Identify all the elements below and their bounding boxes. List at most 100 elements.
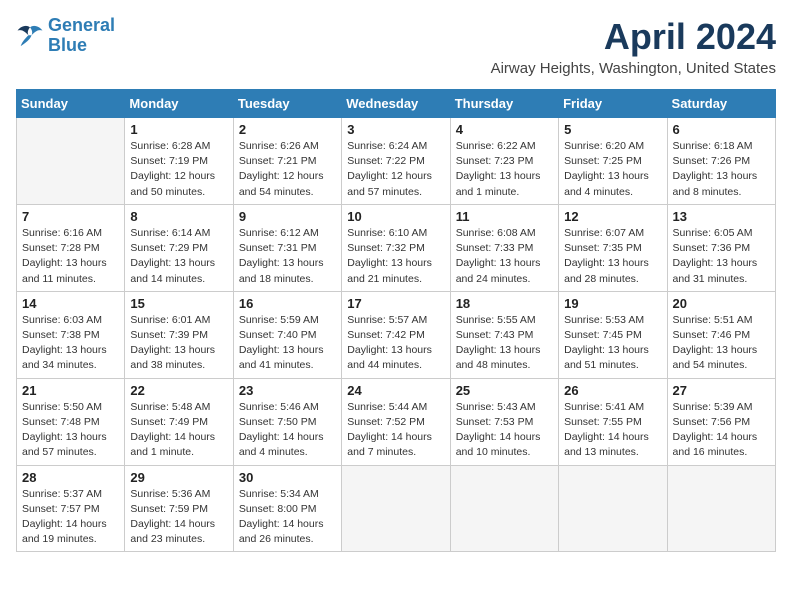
day-number: 7 xyxy=(22,209,119,224)
day-number: 5 xyxy=(564,122,661,137)
cell-info: Sunrise: 6:03 AM Sunset: 7:38 PM Dayligh… xyxy=(22,313,119,374)
cell-info: Sunrise: 5:43 AM Sunset: 7:53 PM Dayligh… xyxy=(456,400,553,461)
cell-info: Sunrise: 5:41 AM Sunset: 7:55 PM Dayligh… xyxy=(564,400,661,461)
calendar-cell xyxy=(450,465,558,552)
calendar-cell: 21 Sunrise: 5:50 AM Sunset: 7:48 PM Dayli… xyxy=(17,378,125,465)
day-number: 8 xyxy=(130,209,227,224)
cell-info: Sunrise: 6:24 AM Sunset: 7:22 PM Dayligh… xyxy=(347,139,444,200)
calendar-cell: 9Sunrise: 6:12 AM Sunset: 7:31 PM Daylig… xyxy=(233,204,341,291)
day-number: 16 xyxy=(239,296,336,311)
title-block: April 2024 Airway Heights, Washington, U… xyxy=(491,16,776,77)
calendar-cell: 4 Sunrise: 6:22 AM Sunset: 7:23 PM Daylig… xyxy=(450,118,558,205)
day-number: 28 xyxy=(22,470,119,485)
cell-info: Sunrise: 5:36 AM Sunset: 7:59 PM Dayligh… xyxy=(130,487,227,548)
cell-info: Sunrise: 6:12 AM Sunset: 7:31 PM Dayligh… xyxy=(239,226,336,287)
weekday-header-friday: Friday xyxy=(559,90,667,118)
day-number: 15 xyxy=(130,296,227,311)
day-number: 2 xyxy=(239,122,336,137)
cell-info: Sunrise: 6:05 AM Sunset: 7:36 PM Dayligh… xyxy=(673,226,770,287)
calendar-cell: 8Sunrise: 6:14 AM Sunset: 7:29 PM Daylig… xyxy=(125,204,233,291)
calendar-cell: 14Sunrise: 6:03 AM Sunset: 7:38 PM Dayli… xyxy=(17,291,125,378)
calendar-table: SundayMondayTuesdayWednesdayThursdayFrid… xyxy=(16,89,776,552)
calendar-cell: 1 Sunrise: 6:28 AM Sunset: 7:19 PM Daylig… xyxy=(125,118,233,205)
weekday-header-thursday: Thursday xyxy=(450,90,558,118)
cell-info: Sunrise: 5:50 AM Sunset: 7:48 PM Dayligh… xyxy=(22,400,119,461)
cell-info: Sunrise: 6:22 AM Sunset: 7:23 PM Dayligh… xyxy=(456,139,553,200)
cell-info: Sunrise: 5:48 AM Sunset: 7:49 PM Dayligh… xyxy=(130,400,227,461)
cell-info: Sunrise: 5:39 AM Sunset: 7:56 PM Dayligh… xyxy=(673,400,770,461)
cell-info: Sunrise: 6:28 AM Sunset: 7:19 PM Dayligh… xyxy=(130,139,227,200)
calendar-cell: 15 Sunrise: 6:01 AM Sunset: 7:39 PM Dayli… xyxy=(125,291,233,378)
day-number: 23 xyxy=(239,383,336,398)
weekday-header-sunday: Sunday xyxy=(17,90,125,118)
calendar-cell: 3 Sunrise: 6:24 AM Sunset: 7:22 PM Daylig… xyxy=(342,118,450,205)
calendar-cell: 2 Sunrise: 6:26 AM Sunset: 7:21 PM Daylig… xyxy=(233,118,341,205)
calendar-cell xyxy=(342,465,450,552)
logo-icon xyxy=(16,24,44,48)
cell-info: Sunrise: 5:44 AM Sunset: 7:52 PM Dayligh… xyxy=(347,400,444,461)
location-text: Airway Heights, Washington, United State… xyxy=(491,60,776,77)
calendar-cell: 16 Sunrise: 5:59 AM Sunset: 7:40 PM Dayli… xyxy=(233,291,341,378)
day-number: 13 xyxy=(673,209,770,224)
calendar-cell: 27 Sunrise: 5:39 AM Sunset: 7:56 PM Dayli… xyxy=(667,378,775,465)
day-number: 20 xyxy=(673,296,770,311)
calendar-cell: 28Sunrise: 5:37 AM Sunset: 7:57 PM Dayli… xyxy=(17,465,125,552)
weekday-header-monday: Monday xyxy=(125,90,233,118)
logo-text: General xyxy=(48,16,115,36)
week-row-5: 28Sunrise: 5:37 AM Sunset: 7:57 PM Dayli… xyxy=(17,465,776,552)
calendar-cell: 22 Sunrise: 5:48 AM Sunset: 7:49 PM Dayli… xyxy=(125,378,233,465)
calendar-cell: 26 Sunrise: 5:41 AM Sunset: 7:55 PM Dayli… xyxy=(559,378,667,465)
weekday-header-wednesday: Wednesday xyxy=(342,90,450,118)
page-header: General Blue April 2024 Airway Heights, … xyxy=(16,16,776,77)
calendar-cell xyxy=(559,465,667,552)
cell-info: Sunrise: 5:51 AM Sunset: 7:46 PM Dayligh… xyxy=(673,313,770,374)
day-number: 3 xyxy=(347,122,444,137)
cell-info: Sunrise: 6:08 AM Sunset: 7:33 PM Dayligh… xyxy=(456,226,553,287)
month-title: April 2024 xyxy=(491,16,776,58)
cell-info: Sunrise: 6:16 AM Sunset: 7:28 PM Dayligh… xyxy=(22,226,119,287)
cell-info: Sunrise: 6:26 AM Sunset: 7:21 PM Dayligh… xyxy=(239,139,336,200)
calendar-cell: 7 Sunrise: 6:16 AM Sunset: 7:28 PM Daylig… xyxy=(17,204,125,291)
day-number: 21 xyxy=(22,383,119,398)
day-number: 27 xyxy=(673,383,770,398)
calendar-cell xyxy=(17,118,125,205)
day-number: 30 xyxy=(239,470,336,485)
cell-info: Sunrise: 5:55 AM Sunset: 7:43 PM Dayligh… xyxy=(456,313,553,374)
calendar-cell: 24 Sunrise: 5:44 AM Sunset: 7:52 PM Dayli… xyxy=(342,378,450,465)
cell-info: Sunrise: 5:57 AM Sunset: 7:42 PM Dayligh… xyxy=(347,313,444,374)
calendar-cell xyxy=(667,465,775,552)
week-row-3: 14Sunrise: 6:03 AM Sunset: 7:38 PM Dayli… xyxy=(17,291,776,378)
calendar-cell: 12Sunrise: 6:07 AM Sunset: 7:35 PM Dayli… xyxy=(559,204,667,291)
calendar-cell: 11Sunrise: 6:08 AM Sunset: 7:33 PM Dayli… xyxy=(450,204,558,291)
cell-info: Sunrise: 5:34 AM Sunset: 8:00 PM Dayligh… xyxy=(239,487,336,548)
cell-info: Sunrise: 5:46 AM Sunset: 7:50 PM Dayligh… xyxy=(239,400,336,461)
logo: General Blue xyxy=(16,16,115,56)
calendar-cell: 13 Sunrise: 6:05 AM Sunset: 7:36 PM Dayli… xyxy=(667,204,775,291)
calendar-cell: 17 Sunrise: 5:57 AM Sunset: 7:42 PM Dayli… xyxy=(342,291,450,378)
cell-info: Sunrise: 6:10 AM Sunset: 7:32 PM Dayligh… xyxy=(347,226,444,287)
calendar-cell: 18Sunrise: 5:55 AM Sunset: 7:43 PM Dayli… xyxy=(450,291,558,378)
cell-info: Sunrise: 6:18 AM Sunset: 7:26 PM Dayligh… xyxy=(673,139,770,200)
cell-info: Sunrise: 6:20 AM Sunset: 7:25 PM Dayligh… xyxy=(564,139,661,200)
week-row-1: 1 Sunrise: 6:28 AM Sunset: 7:19 PM Daylig… xyxy=(17,118,776,205)
cell-info: Sunrise: 5:53 AM Sunset: 7:45 PM Dayligh… xyxy=(564,313,661,374)
day-number: 1 xyxy=(130,122,227,137)
cell-info: Sunrise: 6:01 AM Sunset: 7:39 PM Dayligh… xyxy=(130,313,227,374)
day-number: 22 xyxy=(130,383,227,398)
logo-subtext: Blue xyxy=(48,36,115,56)
day-number: 4 xyxy=(456,122,553,137)
calendar-cell: 6 Sunrise: 6:18 AM Sunset: 7:26 PM Daylig… xyxy=(667,118,775,205)
week-row-4: 21 Sunrise: 5:50 AM Sunset: 7:48 PM Dayli… xyxy=(17,378,776,465)
day-number: 26 xyxy=(564,383,661,398)
weekday-header-tuesday: Tuesday xyxy=(233,90,341,118)
day-number: 17 xyxy=(347,296,444,311)
day-number: 10 xyxy=(347,209,444,224)
weekday-header-row: SundayMondayTuesdayWednesdayThursdayFrid… xyxy=(17,90,776,118)
day-number: 6 xyxy=(673,122,770,137)
weekday-header-saturday: Saturday xyxy=(667,90,775,118)
cell-info: Sunrise: 5:59 AM Sunset: 7:40 PM Dayligh… xyxy=(239,313,336,374)
calendar-cell: 30 Sunrise: 5:34 AM Sunset: 8:00 PM Dayli… xyxy=(233,465,341,552)
calendar-cell: 25Sunrise: 5:43 AM Sunset: 7:53 PM Dayli… xyxy=(450,378,558,465)
day-number: 24 xyxy=(347,383,444,398)
week-row-2: 7 Sunrise: 6:16 AM Sunset: 7:28 PM Daylig… xyxy=(17,204,776,291)
